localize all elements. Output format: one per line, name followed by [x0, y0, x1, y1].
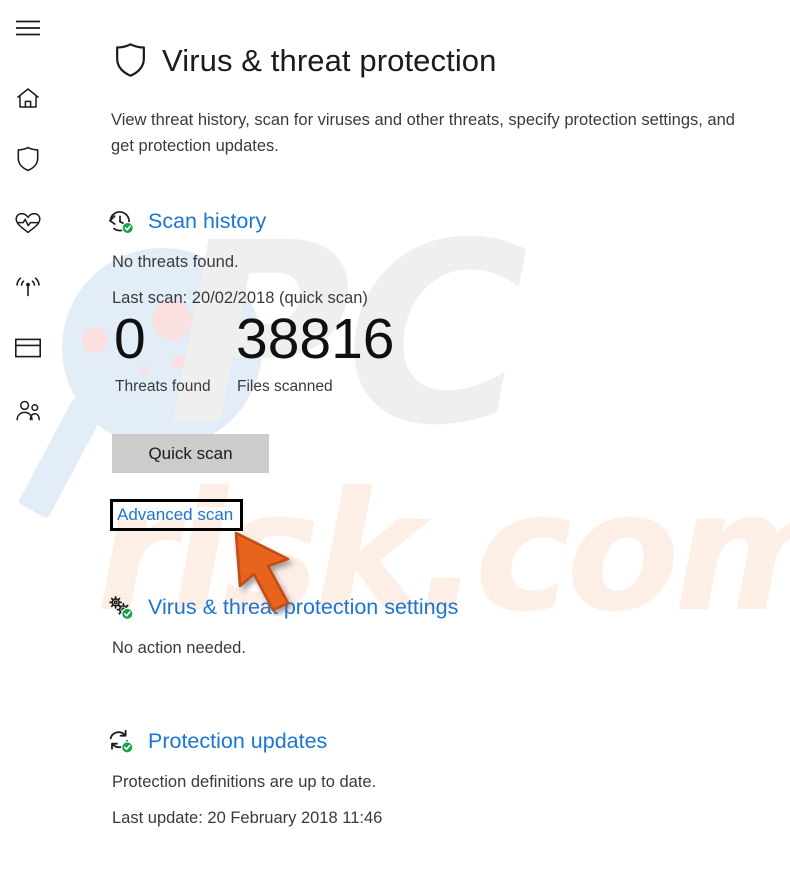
stat-threats-found: 0 Threats found: [108, 307, 236, 396]
protection-updates-link[interactable]: Protection updates: [148, 731, 327, 753]
wifi-signal-icon: [14, 273, 42, 299]
sidebar-item-home[interactable]: [5, 76, 51, 120]
scan-history-status: No threats found.: [112, 253, 239, 271]
browser-window-icon: [14, 337, 42, 359]
sidebar-item-virus-threat-protection[interactable]: [5, 137, 51, 181]
advanced-scan-link[interactable]: Advanced scan: [117, 505, 233, 525]
sidebar-item-menu[interactable]: [5, 6, 51, 50]
protection-settings-section: Virus & threat protection settings No ac…: [106, 592, 458, 662]
sidebar-item-device-performance-health[interactable]: [5, 201, 51, 245]
protection-settings-notes: No action needed.: [106, 636, 458, 662]
quick-scan-button[interactable]: Quick scan: [112, 434, 269, 473]
stat-threats-found-label: Threats found: [115, 377, 211, 395]
family-people-icon: [13, 399, 43, 423]
refresh-sync-icon: [106, 726, 140, 758]
protection-updates-last-update: Last update: 20 February 2018 11:46: [112, 808, 383, 827]
stat-files-scanned: 38816 Files scanned: [236, 307, 456, 396]
sidebar-item-family-options[interactable]: [5, 389, 51, 433]
protection-updates-header[interactable]: Protection updates: [106, 726, 382, 758]
gears-icon: [106, 592, 140, 624]
scan-history-header[interactable]: Scan history: [106, 206, 368, 238]
protection-settings-header[interactable]: Virus & threat protection settings: [106, 592, 458, 624]
page-title: Virus & threat protection: [162, 42, 497, 78]
protection-settings-link[interactable]: Virus & threat protection settings: [148, 597, 458, 619]
advanced-scan-highlight-box: Advanced scan: [110, 499, 243, 531]
scan-statistics: 0 Threats found 38816 Files scanned: [108, 307, 456, 396]
sidebar-item-firewall-network-protection[interactable]: [5, 264, 51, 308]
sidebar-item-app-browser-control[interactable]: [5, 326, 51, 370]
scan-history-clock-icon: [106, 206, 140, 238]
shield-icon: [110, 40, 150, 80]
main-content: Virus & threat protection View threat hi…: [0, 0, 790, 874]
protection-updates-section: Protection updates Protection definition…: [106, 726, 382, 831]
virus-threat-protection-window: PC risk.com Virus & threat protection Vi…: [0, 0, 790, 874]
page-header: Virus & threat protection: [110, 24, 497, 97]
stat-files-scanned-label: Files scanned: [237, 377, 333, 395]
scan-history-notes: No threats found. Last scan: 20/02/2018 …: [106, 250, 368, 311]
protection-updates-status: Protection definitions are up to date.: [112, 773, 377, 791]
sidebar-navigation: [0, 0, 62, 874]
scan-history-section: Scan history No threats found. Last scan…: [106, 206, 368, 311]
stat-threats-found-value: 0: [114, 307, 146, 371]
heart-pulse-icon: [14, 211, 42, 235]
hamburger-menu-icon: [15, 18, 41, 38]
shield-icon: [16, 146, 40, 172]
protection-settings-status: No action needed.: [112, 639, 246, 657]
home-icon: [15, 86, 41, 110]
stat-files-scanned-value: 38816: [236, 307, 395, 371]
page-description: View threat history, scan for viruses an…: [111, 110, 735, 156]
protection-updates-notes: Protection definitions are up to date. L…: [106, 770, 382, 831]
scan-history-link[interactable]: Scan history: [148, 211, 266, 233]
